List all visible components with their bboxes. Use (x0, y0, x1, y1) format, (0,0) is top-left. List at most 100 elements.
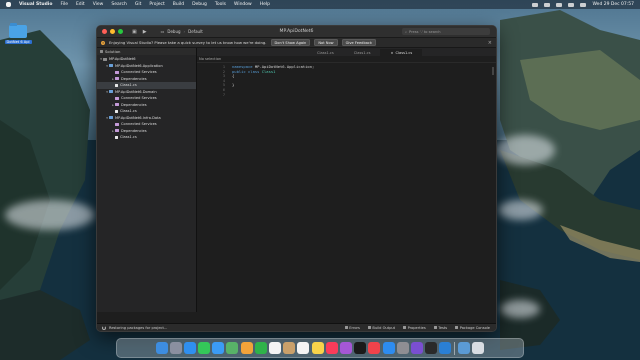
visual-studio-window: ▣ ▶ ▭ Debug › Default MP.ApiDotNet6 ⌕ Pr… (96, 25, 497, 332)
dock-system-preferences-icon[interactable] (396, 342, 409, 354)
menu-debug[interactable]: Debug (192, 2, 207, 7)
menu-file[interactable]: File (60, 2, 68, 7)
dock-finder-icon[interactable] (155, 342, 168, 354)
fog-cloud (500, 300, 540, 318)
spotlight-icon[interactable] (568, 2, 575, 7)
tree-node-label: MP.ApiDotNet6.Domain (115, 89, 157, 94)
build-icon: ▭ (160, 29, 165, 34)
dock-podcasts-icon[interactable] (339, 342, 352, 354)
csharp-file-icon (115, 83, 118, 87)
solution-pad-header: Solution (97, 48, 196, 55)
dont-show-again-button[interactable]: Don't Show Again (270, 38, 311, 47)
fog-cloud (495, 135, 555, 165)
folder-icon (115, 103, 119, 107)
menu-build[interactable]: Build (173, 2, 184, 7)
dock-downloads-stack-icon[interactable] (458, 342, 471, 354)
close-window-icon[interactable] (102, 29, 107, 34)
give-feedback-button[interactable]: Give Feedback (341, 38, 376, 47)
menu-tools[interactable]: Tools (215, 2, 226, 7)
menu-app-name[interactable]: Visual Studio (19, 2, 52, 7)
menu-edit[interactable]: Edit (76, 2, 85, 7)
menu-project[interactable]: Project (149, 2, 164, 7)
menu-clock[interactable]: Wed 29 Dec 07:57 (592, 2, 634, 7)
menu-search[interactable]: Search (111, 2, 126, 7)
close-tab-icon[interactable]: × (390, 51, 393, 55)
desktop-folder-label: DotNet 6 Api (4, 40, 32, 44)
search-placeholder: Press '.' to search (409, 29, 441, 34)
properties-icon (403, 326, 407, 329)
control-center-icon[interactable] (580, 2, 587, 7)
scrollbar[interactable] (492, 67, 494, 75)
code-area[interactable]: 1234567 namespace MP.ApiDotNet6.Applicat… (197, 63, 496, 312)
folder-icon (115, 122, 119, 126)
dock-app-store-icon[interactable] (382, 342, 395, 354)
tree-node-label: Dependencies (121, 128, 147, 133)
tab-class1[interactable]: Class1.cs (307, 49, 344, 56)
not-now-button[interactable]: Not Now (314, 38, 338, 47)
tree-node[interactable]: Class1.cs (97, 134, 196, 141)
dock-safari-icon[interactable] (183, 342, 196, 354)
minimize-window-icon[interactable] (110, 29, 115, 34)
package-console-icon (455, 326, 459, 329)
editor-tabs: Class1.cs Class1.cs × Class1.cs (197, 48, 496, 56)
dock-mail-icon[interactable] (212, 342, 225, 354)
package-console-pad-button[interactable]: Package Console (455, 326, 490, 330)
properties-pad-button[interactable]: Properties (403, 326, 426, 330)
dock-maps-icon[interactable] (226, 342, 239, 354)
tab-class1[interactable]: × Class1.cs (380, 49, 423, 56)
run-icon[interactable]: ▶ (143, 29, 147, 35)
dock-news-icon[interactable] (368, 342, 381, 354)
line-number: 7 (222, 92, 225, 97)
csharp-file-icon (115, 135, 118, 139)
solution-pad: Solution ▾ MP.ApiDotNet6 ▾ MP.ApiDotNet6.Ap… (97, 48, 197, 312)
config-label: Debug (167, 29, 181, 34)
desktop-folder[interactable]: DotNet 6 Api (3, 23, 33, 45)
menu-window[interactable]: Window (234, 2, 252, 7)
battery-icon[interactable] (544, 2, 551, 7)
dock-photos-icon[interactable] (240, 342, 253, 354)
menu-help[interactable]: Help (260, 2, 270, 7)
tree-node-label: MP.ApiDotNet6.Application (115, 63, 163, 68)
tab-class1[interactable]: Class1.cs (344, 49, 381, 56)
sidebar-toggle-icon[interactable]: ▣ (132, 29, 137, 35)
dock-facetime-icon[interactable] (254, 342, 267, 354)
dock-launchpad-icon[interactable] (169, 342, 182, 354)
zoom-window-icon[interactable] (118, 29, 123, 34)
tab-label: Class1.cs (353, 50, 371, 55)
apple-icon[interactable] (6, 2, 11, 7)
dock-trash-icon[interactable] (472, 342, 485, 354)
dock-visual-studio-mac-icon[interactable] (410, 342, 423, 354)
status-menu-icon[interactable] (532, 2, 539, 7)
dock-calendar-icon[interactable] (269, 342, 282, 354)
menu-view[interactable]: View (93, 2, 104, 7)
dock-music-icon[interactable] (325, 342, 338, 354)
configuration-selector[interactable]: ▭ Debug › Default (161, 29, 203, 34)
dock-visual-studio-code-icon[interactable] (439, 342, 452, 354)
search-input[interactable]: ⌕ Press '.' to search (402, 28, 490, 35)
wifi-icon[interactable] (556, 2, 563, 7)
tests-pad-button[interactable]: Tests (433, 326, 447, 330)
errors-pad-button[interactable]: Errors (344, 326, 360, 330)
tree-node-label: Dependencies (121, 102, 147, 107)
build-output-pad-button[interactable]: Build Output (367, 326, 395, 330)
survey-info-bar: ! Enjoying Visual Studio? Please take a … (97, 38, 496, 48)
search-icon: ⌕ (405, 29, 408, 34)
menu-git[interactable]: Git (135, 2, 142, 7)
dock-messages-icon[interactable] (198, 342, 211, 354)
code-line[interactable] (232, 93, 314, 98)
dock-terminal-icon[interactable] (425, 342, 438, 354)
tree-node-label: Connected Services (121, 70, 157, 75)
code-text[interactable]: namespace MP.ApiDotNet6.Application; publ… (229, 63, 314, 312)
dock-notes-icon[interactable] (311, 342, 324, 354)
close-icon[interactable]: × (488, 40, 492, 46)
solution-tree: ▾ MP.ApiDotNet6 ▾ MP.ApiDotNet6.Application… (97, 55, 196, 141)
line-number-gutter: 1234567 (197, 63, 229, 312)
breadcrumb[interactable]: No selection (197, 56, 496, 63)
dock-reminders-icon[interactable] (297, 342, 310, 354)
code-token: } (232, 82, 235, 88)
folder-icon (115, 77, 119, 81)
tree-node-label: Class1.cs (120, 135, 137, 140)
dock-tv-icon[interactable] (354, 342, 367, 354)
dock-contacts-icon[interactable] (283, 342, 296, 354)
folder-icon (115, 129, 119, 133)
